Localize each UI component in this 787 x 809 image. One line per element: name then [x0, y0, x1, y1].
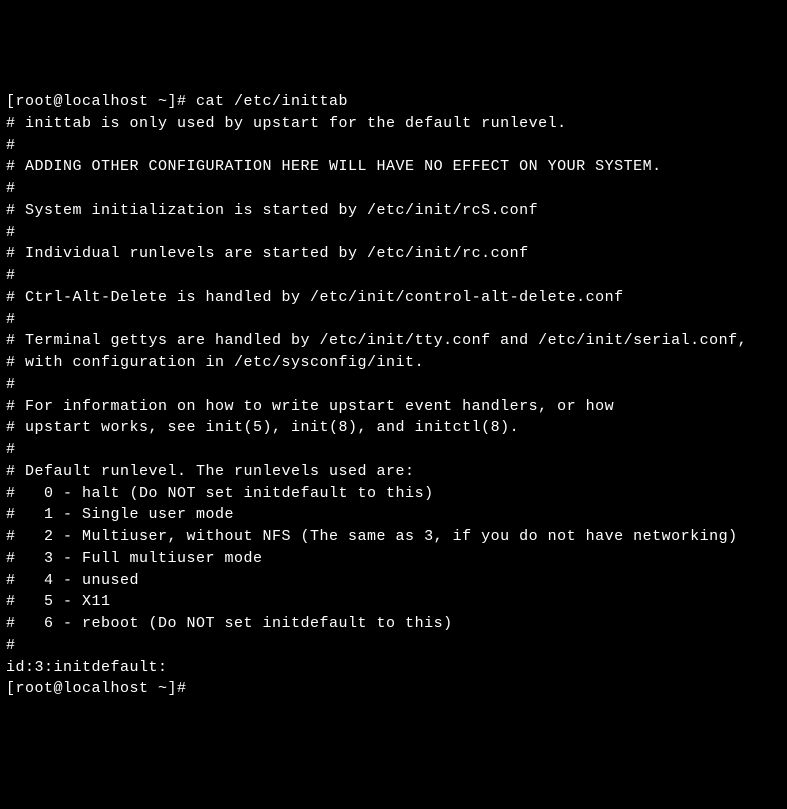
output-line: # 2 - Multiuser, without NFS (The same a… — [6, 526, 781, 548]
output-line: # 5 - X11 — [6, 591, 781, 613]
terminal-output[interactable]: [root@localhost ~]# cat /etc/inittab# in… — [6, 91, 781, 700]
output-line: # Terminal gettys are handled by /etc/in… — [6, 330, 781, 352]
output-line: # For information on how to write upstar… — [6, 396, 781, 418]
output-line: # — [6, 374, 781, 396]
output-line: # — [6, 222, 781, 244]
output-line: # with configuration in /etc/sysconfig/i… — [6, 352, 781, 374]
output-line: # — [6, 135, 781, 157]
command-line: [root@localhost ~]# cat /etc/inittab — [6, 91, 781, 113]
output-line: # Individual runlevels are started by /e… — [6, 243, 781, 265]
output-line: # 3 - Full multiuser mode — [6, 548, 781, 570]
output-line: # — [6, 178, 781, 200]
output-line: # ADDING OTHER CONFIGURATION HERE WILL H… — [6, 156, 781, 178]
output-line: # — [6, 635, 781, 657]
output-line: # 1 - Single user mode — [6, 504, 781, 526]
output-line: # 6 - reboot (Do NOT set initdefault to … — [6, 613, 781, 635]
prompt-text: [root@localhost ~]# — [6, 680, 187, 697]
output-line: # System initialization is started by /e… — [6, 200, 781, 222]
output-line: # — [6, 439, 781, 461]
output-line: id:3:initdefault: — [6, 657, 781, 679]
output-line: # Default runlevel. The runlevels used a… — [6, 461, 781, 483]
output-line: # 4 - unused — [6, 570, 781, 592]
output-line: # upstart works, see init(5), init(8), a… — [6, 417, 781, 439]
output-line: # 0 - halt (Do NOT set initdefault to th… — [6, 483, 781, 505]
output-line: # — [6, 265, 781, 287]
output-line: # inittab is only used by upstart for th… — [6, 113, 781, 135]
output-line: # Ctrl-Alt-Delete is handled by /etc/ini… — [6, 287, 781, 309]
prompt-line: [root@localhost ~]# — [6, 678, 781, 700]
output-line: # — [6, 309, 781, 331]
